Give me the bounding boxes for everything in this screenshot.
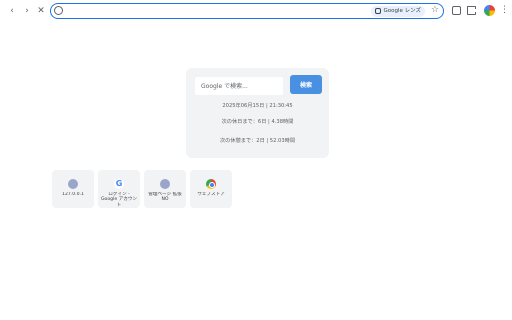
profile-avatar[interactable] [484,5,495,16]
menu-icon[interactable]: ⋮ [500,5,509,16]
lens-icon [375,8,382,14]
google-icon [54,6,63,15]
google-icon: G [114,179,124,189]
next-break-text: 次の休憩まで：2日 | 52.03時間 [219,138,296,144]
bookmark-star-icon[interactable]: ☆ [431,4,439,17]
search-button[interactable]: 検索 [290,75,322,94]
next-holiday-text: 次の休日まで：6日 | 4.38時間 [221,119,294,125]
shortcut-label: ウェブストア [197,192,225,197]
back-icon[interactable]: ‹ [7,6,17,16]
shortcut-label: ログイン - Google アカウント [100,192,138,208]
search-panel: 検索 2025年06月15日 | 21:30:45 次の休日まで：6日 | 4.… [186,68,329,158]
shortcut-tile[interactable]: 127.0.0.1 [52,170,94,208]
shortcut-tile[interactable]: 管理ページ 拡張 NO [144,170,186,208]
globe-icon [160,179,170,189]
stop-icon[interactable]: ✕ [36,6,46,16]
globe-icon [68,179,78,189]
browser-toolbar: ‹ › ✕ Google レンズ ☆ ⋮ [0,0,512,22]
extension-icon[interactable] [452,6,461,15]
google-lens-label: Google レンズ [383,7,421,14]
extensions-puzzle-icon[interactable] [467,6,476,15]
google-lens-button[interactable]: Google レンズ [371,5,425,17]
address-bar[interactable]: Google レンズ ☆ [50,3,444,19]
forward-icon[interactable]: › [22,6,32,16]
search-input[interactable] [195,77,283,95]
shortcut-label: 127.0.0.1 [62,192,84,197]
chrome-icon [206,179,216,189]
date-time-text: 2025年06月15日 | 21:30:45 [222,103,293,109]
shortcut-label: 管理ページ 拡張 NO [148,192,182,203]
shortcut-tile[interactable]: ウェブストア [190,170,232,208]
shortcut-tile[interactable]: G ログイン - Google アカウント [98,170,140,208]
